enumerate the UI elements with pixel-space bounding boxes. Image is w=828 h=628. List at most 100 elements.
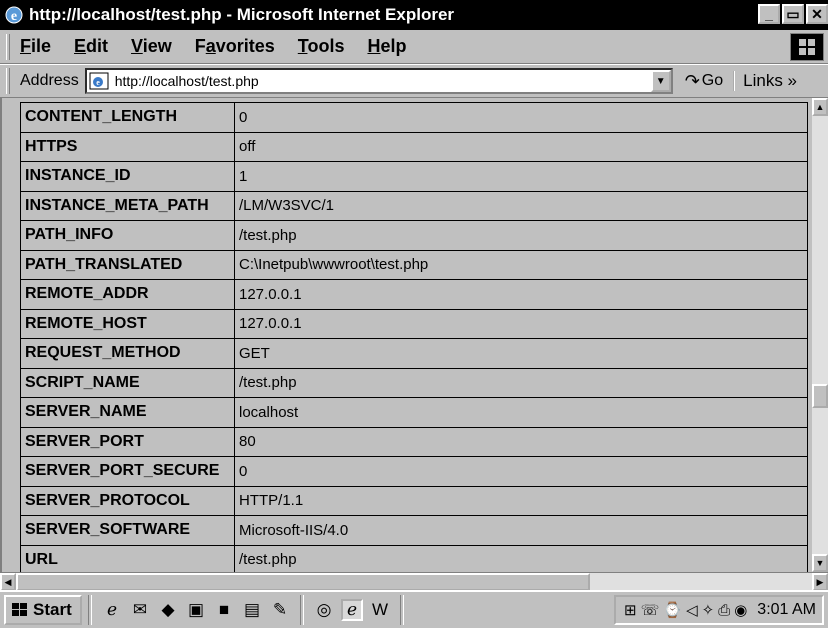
variable-name: PATH_INFO <box>20 220 235 251</box>
ie-logo-icon[interactable]: e <box>3 4 25 26</box>
address-bar: Address e http://localhost/test.php ▼ ↷ … <box>0 64 828 98</box>
go-arrow-icon: ↷ <box>684 70 700 91</box>
table-row: SCRIPT_NAME/test.php <box>20 367 808 398</box>
scroll-up-button[interactable]: ▲ <box>812 98 828 116</box>
ie-icon[interactable]: ℯ <box>101 599 123 621</box>
table-row: SERVER_PORT_SECURE 0 <box>20 456 808 487</box>
power-icon[interactable]: ◉ <box>734 601 747 619</box>
variable-value: /test.php <box>234 367 808 398</box>
antivirus-icon[interactable]: ✧ <box>702 601 715 619</box>
address-url: http://localhost/test.php <box>114 73 259 89</box>
window-title: http://localhost/test.php - Microsoft In… <box>29 5 455 24</box>
system-tray: ⊞ ☏ ⌚ ◁ ✧ ⎙ ◉ 3:01 AM <box>614 595 824 625</box>
word-icon[interactable]: W <box>369 599 391 621</box>
variable-value: C:\Inetpub\wwwroot\test.php <box>234 249 808 280</box>
menu-tools[interactable]: Tools <box>298 36 345 57</box>
outlook-icon[interactable]: ✉ <box>129 599 151 621</box>
variable-value: HTTP/1.1 <box>234 485 808 516</box>
page-content: CONTENT_LENGTH 0 HTTPS off INSTANCE_ID 1 INSTA… <box>0 98 812 572</box>
scheduler-icon[interactable]: ⌚ <box>663 601 682 619</box>
table-row: SERVER_PROTOCOL HTTP/1.1 <box>20 485 808 516</box>
vertical-scrollbar[interactable]: ▲ ▼ <box>812 98 828 572</box>
table-row: HTTPS off <box>20 131 808 162</box>
table-row: PATH_TRANSLATED C:\Inetpub\wwwroot\test.p… <box>20 249 808 280</box>
terminal-icon[interactable]: ■ <box>213 599 235 621</box>
vertical-scroll-thumb[interactable] <box>812 384 828 408</box>
page-icon: e <box>89 72 109 90</box>
links-toolbar[interactable]: Links » <box>733 71 797 91</box>
table-row: REMOTE_ADDR 127.0.0.1 <box>20 279 808 310</box>
variable-name: REQUEST_METHOD <box>20 338 235 369</box>
variable-name: SERVER_PORT <box>20 426 235 457</box>
taskbar: Start ℯ ✉ ◆ ▣ ■ ▤ ✎ ◎ ℯ W ⊞ ☏ ⌚ ◁ ✧ ⎙ ◉ … <box>0 590 828 628</box>
svg-text:e: e <box>96 78 100 87</box>
clock[interactable]: 3:01 AM <box>757 601 816 619</box>
explorer-icon[interactable]: ▤ <box>241 599 263 621</box>
variable-name: SCRIPT_NAME <box>20 367 235 398</box>
paint-icon[interactable]: ◎ <box>313 599 335 621</box>
variable-value: 0 <box>234 456 808 487</box>
taskbar-separator <box>300 595 304 625</box>
horizontal-scrollbar[interactable]: ◀ ▶ <box>0 572 828 591</box>
variable-name: CONTENT_LENGTH <box>20 102 235 133</box>
network-icon[interactable]: ⊞ <box>624 601 637 619</box>
horizontal-scroll-thumb[interactable] <box>16 573 590 591</box>
variable-value: 80 <box>234 426 808 457</box>
close-button[interactable]: ✕ <box>806 4 828 24</box>
variable-value: 0 <box>234 102 808 133</box>
table-row: REQUEST_METHOD GET <box>20 338 808 369</box>
svg-text:e: e <box>11 9 17 24</box>
windows-throbber-icon <box>790 33 824 61</box>
address-dropdown-button[interactable]: ▼ <box>650 70 671 92</box>
volume-icon[interactable]: ◁ <box>686 601 698 619</box>
menu-edit[interactable]: Edit <box>74 36 108 57</box>
variable-value: 127.0.0.1 <box>234 279 808 310</box>
table-row: INSTANCE_ID 1 <box>20 161 808 192</box>
variable-value: /test.php <box>234 220 808 251</box>
restore-button[interactable]: ▭ <box>782 4 804 24</box>
desktop-icon[interactable]: ▣ <box>185 599 207 621</box>
start-label: Start <box>33 600 72 619</box>
scroll-left-button[interactable]: ◀ <box>0 573 16 591</box>
taskbar-separator <box>400 595 404 625</box>
variable-name: SERVER_PORT_SECURE <box>20 456 235 487</box>
table-row: SERVER_NAME localhost <box>20 397 808 428</box>
channels-icon[interactable]: ◆ <box>157 599 179 621</box>
minimize-button[interactable]: _ <box>758 4 780 24</box>
variable-value: Microsoft-IIS/4.0 <box>234 515 808 546</box>
address-input[interactable]: e http://localhost/test.php ▼ <box>84 68 673 94</box>
menu-help[interactable]: Help <box>367 36 406 57</box>
table-row: PATH_INFO/test.php <box>20 220 808 251</box>
menu-view[interactable]: View <box>131 36 172 57</box>
notepad-icon[interactable]: ✎ <box>269 599 291 621</box>
variable-value: localhost <box>234 397 808 428</box>
table-row: SERVER_SOFTWARE Microsoft-IIS/4.0 <box>20 515 808 546</box>
windows-logo-icon <box>10 601 30 619</box>
variable-name: SERVER_SOFTWARE <box>20 515 235 546</box>
variable-name: INSTANCE_META_PATH <box>20 190 235 221</box>
scroll-down-button[interactable]: ▼ <box>812 554 828 572</box>
variable-name: SERVER_NAME <box>20 397 235 428</box>
menu-favorites[interactable]: Favorites <box>195 36 275 57</box>
variable-name: INSTANCE_ID <box>20 161 235 192</box>
toolbar-grip[interactable] <box>6 33 10 60</box>
variable-value: off <box>234 131 808 162</box>
address-grip[interactable] <box>6 68 10 94</box>
title-bar[interactable]: e http://localhost/test.php - Microsoft … <box>0 0 828 30</box>
menu-bar: File Edit View Favorites Tools Help <box>0 30 828 64</box>
scroll-right-button[interactable]: ▶ <box>812 573 828 591</box>
address-label: Address <box>20 72 79 89</box>
variable-value: /test.php <box>234 544 808 572</box>
menu-file[interactable]: File <box>20 36 51 57</box>
quick-launch: ℯ ✉ ◆ ▣ ■ ▤ ✎ <box>98 599 294 621</box>
ie-window-icon[interactable]: ℯ <box>341 599 363 621</box>
printer-icon[interactable]: ⎙ <box>718 602 730 619</box>
variable-name: REMOTE_HOST <box>20 308 235 339</box>
go-button[interactable]: ↷ Go <box>685 71 723 92</box>
modem-icon[interactable]: ☏ <box>641 601 660 619</box>
variable-name: PATH_TRANSLATED <box>20 249 235 280</box>
variable-name: SERVER_PROTOCOL <box>20 485 235 516</box>
variable-name: REMOTE_ADDR <box>20 279 235 310</box>
start-button[interactable]: Start <box>4 595 82 625</box>
table-row: URL/test.php <box>20 544 808 572</box>
